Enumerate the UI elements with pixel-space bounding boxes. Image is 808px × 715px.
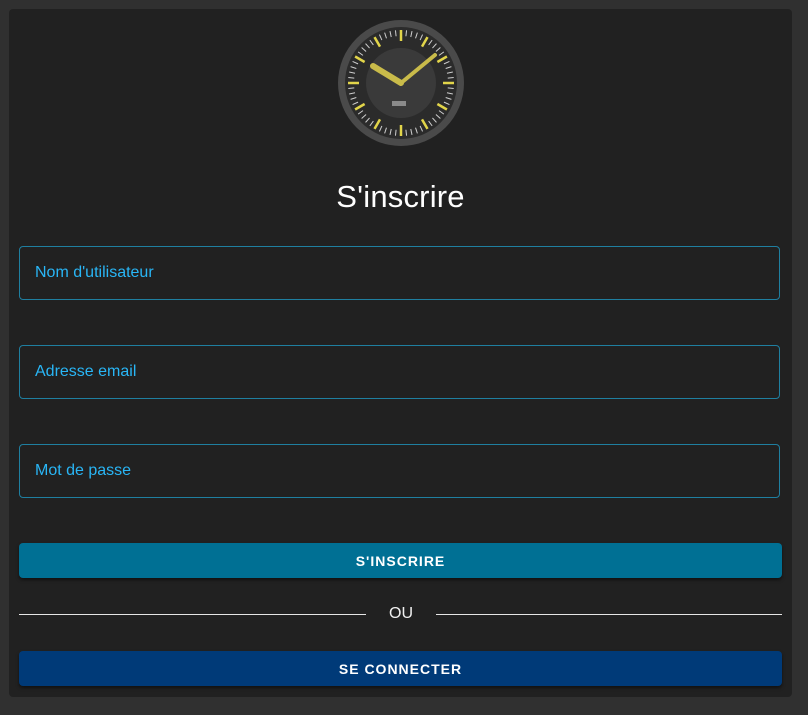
page-title: S'inscrire [336,179,465,214]
clock-tick [348,87,355,90]
clock-tick [405,129,408,136]
username-input[interactable] [20,247,779,299]
email-field[interactable] [19,345,780,399]
clock-tick [405,30,408,37]
clock-tick [447,76,454,79]
login-button[interactable]: SE CONNECTER [19,651,782,686]
divider-line-right [436,614,782,615]
clock-tick [447,87,454,90]
divider-text: OU [389,605,413,622]
password-input[interactable] [20,445,779,497]
divider-line-left [19,614,366,615]
register-card: S'inscrire S'INSCRIRE OU SE CONNECTER [9,9,792,697]
clock-tick [394,129,397,136]
username-field[interactable] [19,246,780,300]
clock-tick [394,30,397,37]
register-button[interactable]: S'INSCRIRE [19,543,782,578]
clock-logo-icon [338,20,464,146]
clock-tick [348,76,355,79]
password-field[interactable] [19,444,780,498]
email-input[interactable] [20,346,779,398]
